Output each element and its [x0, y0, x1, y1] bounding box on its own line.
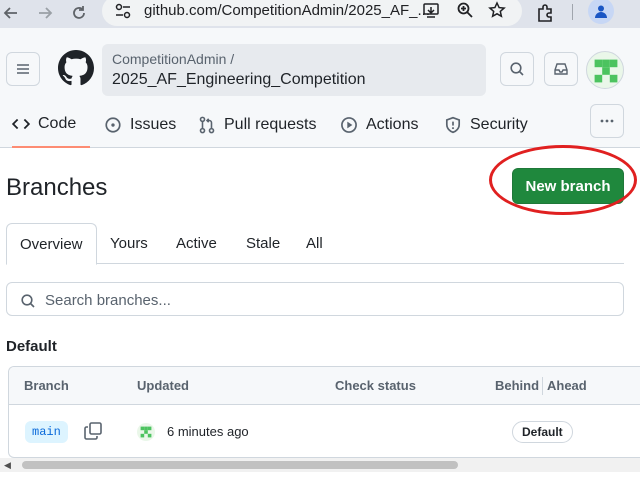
section-title-default: Default [6, 338, 57, 355]
hamburger-icon [17, 64, 29, 74]
search-button[interactable] [500, 52, 534, 86]
repo-header: CompetitionAdmin / 2025_AF_Engineering_C… [0, 28, 640, 148]
inbox-icon [554, 63, 568, 75]
column-header-updated: Updated [137, 378, 189, 393]
table-header: Branch Updated Check status Behind Ahead [9, 367, 640, 405]
tab-issues[interactable]: Issues [104, 102, 176, 148]
repo-breadcrumb: CompetitionAdmin / 2025_AF_Engineering_C… [102, 44, 486, 96]
updated-time: 6 minutes ago [167, 424, 249, 439]
repo-nav: Code Issues Pull requests Actions Securi… [0, 102, 640, 148]
search-input[interactable] [45, 289, 605, 311]
committer-avatar[interactable] [137, 423, 155, 441]
issue-icon [105, 117, 121, 133]
pull-request-icon [199, 116, 215, 134]
code-icon [12, 118, 30, 130]
search-icon [510, 62, 524, 76]
site-settings-icon[interactable] [114, 2, 132, 25]
branch-filter-tabs: Overview Yours Active Stale All [6, 223, 624, 265]
branch-search-box [6, 282, 624, 316]
tab-label: Actions [366, 116, 419, 133]
subtab-active[interactable]: Active [176, 223, 217, 264]
scrollbar-thumb[interactable] [22, 461, 458, 469]
subtab-stale[interactable]: Stale [246, 223, 280, 264]
user-avatar[interactable] [586, 51, 624, 89]
tab-label: Security [470, 116, 528, 133]
branches-table: Branch Updated Check status Behind Ahead… [8, 366, 640, 458]
hamburger-menu-button[interactable] [6, 52, 40, 86]
repo-name-link[interactable]: 2025_AF_Engineering_Competition [112, 71, 366, 89]
subtab-overview[interactable]: Overview [6, 223, 97, 265]
column-header-ahead: Ahead [547, 378, 587, 393]
page-title: Branches [6, 174, 108, 201]
default-badge: Default [512, 421, 573, 443]
reload-icon[interactable] [68, 2, 90, 24]
more-tabs-button[interactable] [590, 104, 624, 138]
subtab-yours[interactable]: Yours [110, 223, 148, 264]
tab-label: Pull requests [224, 116, 317, 133]
browser-toolbar: github.com/CompetitionAdmin/2025_AF_... [0, 0, 640, 28]
zoom-icon[interactable] [456, 1, 474, 24]
tab-actions[interactable]: Actions [340, 102, 418, 148]
forward-arrow-icon[interactable] [34, 2, 56, 24]
tab-label: Issues [130, 116, 177, 133]
column-header-behind: Behind [495, 378, 540, 393]
tab-label: Code [38, 115, 77, 132]
repo-owner-link[interactable]: CompetitionAdmin / [112, 51, 234, 67]
column-header-check-status: Check status [335, 378, 416, 393]
scroll-left-arrow-icon[interactable]: ◀ [4, 460, 11, 471]
table-row: main 6 minutes ago Default [9, 405, 640, 457]
tab-code[interactable]: Code [12, 102, 91, 148]
toolbar-divider [572, 4, 573, 20]
horizontal-scrollbar[interactable]: ◀ [0, 458, 640, 472]
profile-icon[interactable] [588, 0, 614, 24]
shield-icon [445, 116, 461, 134]
bookmark-star-icon[interactable] [488, 1, 506, 24]
address-url[interactable]: github.com/CompetitionAdmin/2025_AF_... [144, 2, 430, 19]
copy-icon[interactable] [83, 421, 103, 446]
page-background [0, 472, 640, 494]
column-header-branch: Branch [24, 378, 69, 393]
branch-name-link[interactable]: main [25, 421, 68, 443]
column-divider [542, 377, 543, 395]
extensions-icon[interactable] [536, 3, 556, 28]
identicon-icon [140, 426, 152, 438]
install-app-icon[interactable] [422, 1, 440, 24]
search-icon [21, 294, 35, 308]
identicon-icon [594, 59, 618, 83]
github-logo-icon[interactable] [58, 50, 94, 91]
tab-pull-requests[interactable]: Pull requests [198, 102, 317, 148]
annotation-highlight-ring [489, 145, 637, 215]
inbox-button[interactable] [544, 52, 578, 86]
back-arrow-icon[interactable] [0, 2, 22, 24]
tab-security[interactable]: Security [444, 102, 528, 148]
play-icon [341, 117, 357, 133]
address-bar[interactable]: github.com/CompetitionAdmin/2025_AF_... [102, 0, 522, 26]
subtab-all[interactable]: All [306, 223, 323, 264]
kebab-icon [600, 119, 614, 123]
